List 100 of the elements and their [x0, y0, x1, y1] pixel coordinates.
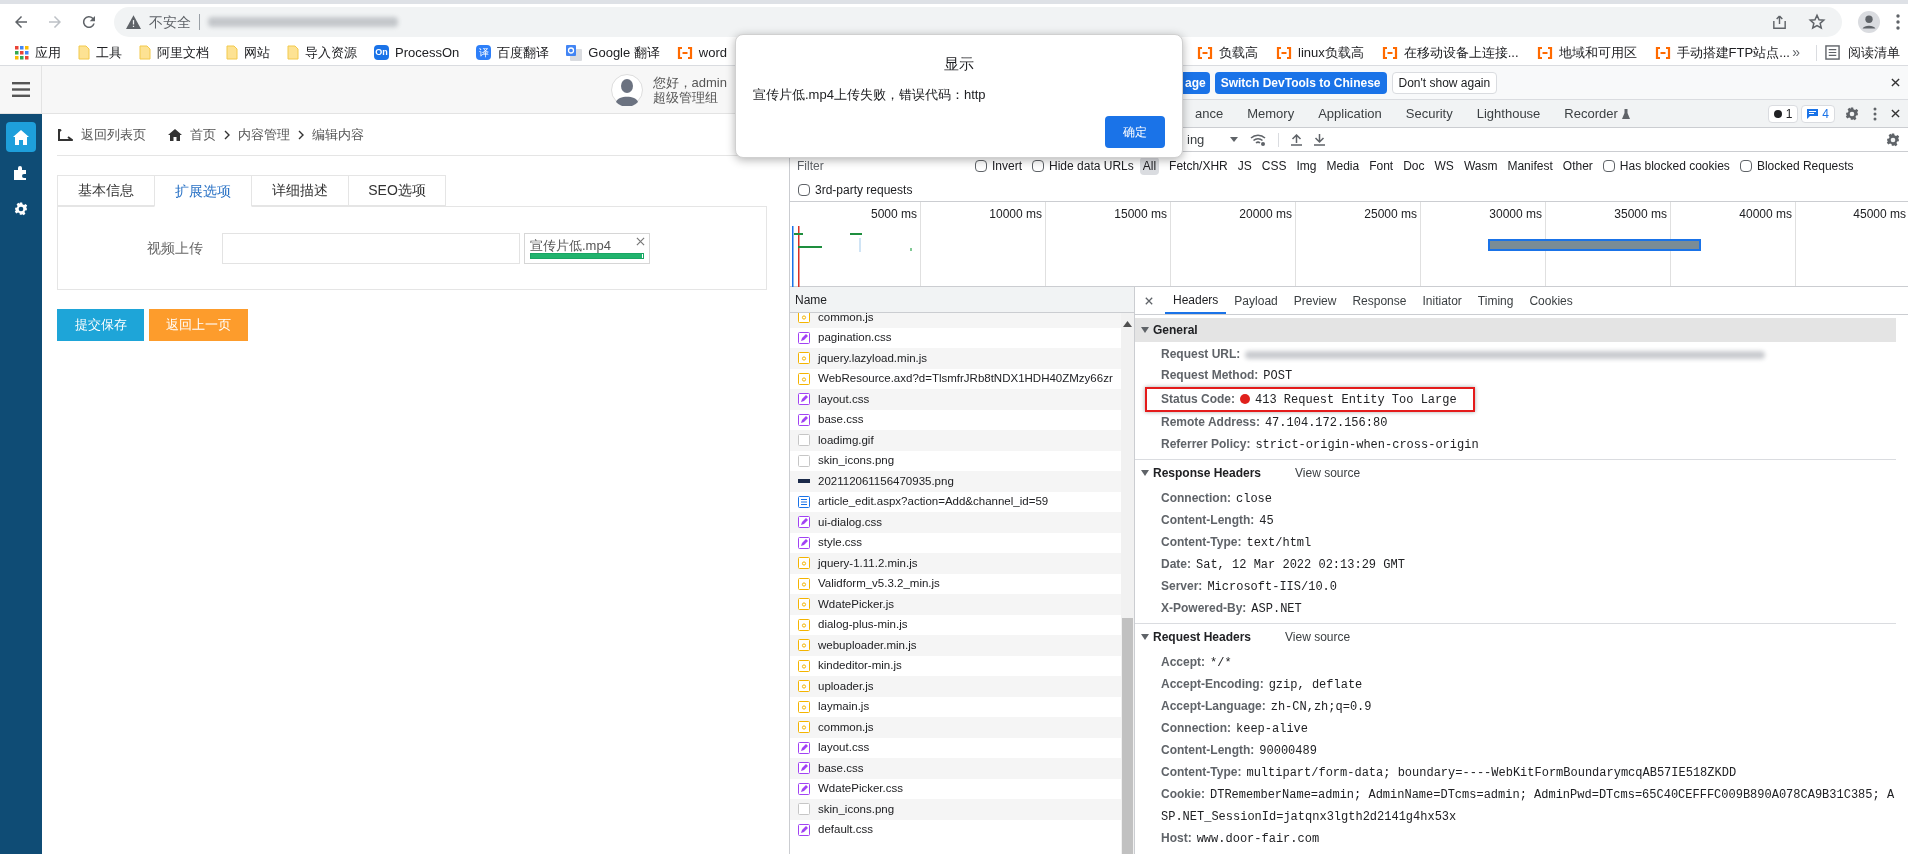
- bookmark-link[interactable]: ProcessOn: [395, 42, 460, 63]
- banner-button[interactable]: Don't show again: [1391, 71, 1498, 94]
- detail-tab[interactable]: Response: [1344, 287, 1415, 314]
- type-filter-button[interactable]: Font: [1369, 156, 1394, 175]
- throttling-dropdown[interactable]: ing: [1187, 129, 1239, 150]
- detail-tab[interactable]: Cookies: [1521, 287, 1581, 314]
- request-row[interactable]: 202112061156470935.png: [790, 471, 1121, 492]
- form-tab[interactable]: 扩展选项: [154, 175, 252, 207]
- disclosure-triangle-icon[interactable]: [1141, 634, 1149, 640]
- type-filter-button[interactable]: Doc: [1403, 156, 1425, 175]
- type-filter-button[interactable]: JS: [1237, 156, 1252, 175]
- bookmark-link[interactable]: word: [698, 42, 728, 63]
- disclosure-triangle-icon[interactable]: [1141, 327, 1149, 333]
- bookmark-link[interactable]: 阿里文档: [157, 42, 209, 63]
- profile-icon[interactable]: [1858, 11, 1880, 33]
- filter-checkbox[interactable]: 3rd-party requests: [798, 181, 913, 199]
- bookmark-link[interactable]: linux负载高: [1298, 42, 1364, 63]
- bookmark-link[interactable]: 应用: [35, 42, 61, 63]
- more-icon[interactable]: [1873, 106, 1877, 121]
- request-row[interactable]: common.js: [790, 717, 1121, 738]
- upload-input-field[interactable]: [222, 232, 520, 264]
- request-row[interactable]: loadimg.gif: [790, 430, 1121, 451]
- request-row[interactable]: common.js: [790, 313, 1121, 328]
- request-row[interactable]: skin_icons.png: [790, 799, 1121, 820]
- detail-tab[interactable]: Initiator: [1414, 287, 1470, 314]
- bookmark-link[interactable]: 百度翻译: [497, 42, 550, 63]
- request-row[interactable]: layout.css: [790, 389, 1121, 410]
- breadcrumb-link[interactable]: 内容管理: [238, 124, 290, 145]
- menu-icon[interactable]: [1896, 14, 1900, 30]
- error-count-badge[interactable]: 1: [1767, 104, 1799, 123]
- section-header[interactable]: General: [1135, 318, 1896, 342]
- reload-icon[interactable]: [80, 13, 98, 31]
- column-header[interactable]: Name: [795, 290, 827, 309]
- back-link[interactable]: 返回列表页: [81, 124, 146, 145]
- breadcrumb-link[interactable]: 首页: [190, 124, 216, 145]
- type-filter-button[interactable]: Fetch/XHR: [1169, 156, 1228, 175]
- reading-list-icon[interactable]: [1825, 45, 1840, 60]
- filter-checkbox[interactable]: Blocked Requests: [1739, 156, 1854, 175]
- view-source-link[interactable]: View source: [1295, 464, 1361, 482]
- bookmark-link[interactable]: 在移动设备上连接...: [1403, 42, 1519, 63]
- type-filter-button[interactable]: Img: [1296, 156, 1317, 175]
- ok-button[interactable]: 确定: [1105, 116, 1165, 148]
- request-row[interactable]: ui-dialog.css: [790, 512, 1121, 533]
- type-filter-button[interactable]: Manifest: [1507, 156, 1553, 175]
- type-filter-button[interactable]: Wasm: [1463, 156, 1498, 175]
- star-icon[interactable]: [1808, 13, 1826, 31]
- banner-button[interactable]: Switch DevTools to Chinese: [1214, 71, 1387, 94]
- devtools-tab[interactable]: Recorder: [1552, 100, 1642, 127]
- detail-tab[interactable]: Timing: [1469, 287, 1522, 314]
- request-row[interactable]: jquery-1.11.2.min.js: [790, 553, 1121, 574]
- scrollbar-thumb[interactable]: [1122, 618, 1133, 854]
- filter-checkbox[interactable]: Hide data URLs: [1032, 156, 1134, 175]
- devtools-tab[interactable]: Lighthouse: [1464, 100, 1553, 127]
- type-filter-button[interactable]: Media: [1326, 156, 1360, 175]
- bookmark-link[interactable]: 网站: [244, 42, 270, 63]
- banner-button[interactable]: age: [1183, 71, 1210, 94]
- more-bookmarks-button[interactable]: »: [1792, 42, 1800, 63]
- filter-checkbox[interactable]: Has blocked cookies: [1602, 156, 1730, 175]
- bookmark-link[interactable]: 负载高: [1219, 42, 1258, 63]
- address-bar[interactable]: 不安全: [114, 7, 1842, 37]
- devtools-tab[interactable]: ance: [1183, 100, 1236, 127]
- bookmark-link[interactable]: Google 翻译: [588, 42, 660, 63]
- share-icon[interactable]: [1771, 13, 1788, 31]
- download-icon[interactable]: [1314, 133, 1326, 146]
- upload-icon[interactable]: [1291, 133, 1303, 146]
- section-header[interactable]: Response Headers View source: [1135, 459, 1896, 486]
- reading-list-link[interactable]: 阅读清单: [1848, 42, 1900, 63]
- request-row[interactable]: base.css: [790, 758, 1121, 779]
- request-row[interactable]: uploader.js: [790, 676, 1121, 697]
- form-tab[interactable]: SEO选项: [348, 175, 446, 206]
- bookmark-link[interactable]: 导入资源: [305, 42, 357, 63]
- close-icon[interactable]: [1145, 297, 1153, 305]
- close-icon[interactable]: [1891, 109, 1900, 118]
- type-filter-button[interactable]: CSS: [1261, 156, 1287, 175]
- type-filter-button[interactable]: Other: [1562, 156, 1593, 175]
- bookmark-link[interactable]: 手动搭建FTP站点...: [1676, 42, 1790, 63]
- request-row[interactable]: WdatePicker.js: [790, 594, 1121, 615]
- detail-tab[interactable]: Payload: [1226, 287, 1286, 314]
- detail-tab[interactable]: Preview: [1285, 287, 1345, 314]
- devtools-tab[interactable]: Application: [1306, 100, 1394, 127]
- form-tab[interactable]: 详细描述: [251, 175, 349, 206]
- request-row[interactable]: webuploader.min.js: [790, 635, 1121, 656]
- network-conditions-icon[interactable]: [1250, 133, 1267, 146]
- filter-checkbox[interactable]: Invert: [975, 156, 1022, 175]
- devtools-tab[interactable]: Memory: [1235, 100, 1307, 127]
- request-row[interactable]: jquery.lazyload.min.js: [790, 348, 1121, 369]
- form-tab[interactable]: 基本信息: [57, 175, 155, 206]
- type-filter-button[interactable]: WS: [1434, 156, 1454, 175]
- close-icon[interactable]: [1891, 78, 1900, 87]
- disclosure-triangle-icon[interactable]: [1141, 470, 1149, 476]
- bookmark-link[interactable]: 工具: [96, 42, 122, 63]
- scroll-up-icon[interactable]: [1123, 321, 1132, 327]
- detail-tab[interactable]: Headers: [1165, 287, 1227, 314]
- message-count-badge[interactable]: 4: [1801, 104, 1835, 123]
- view-source-link[interactable]: View source: [1285, 628, 1351, 646]
- devtools-tab[interactable]: Security: [1393, 100, 1465, 127]
- section-header[interactable]: Request Headers View source: [1135, 623, 1896, 650]
- settings-icon[interactable]: [1845, 106, 1859, 121]
- bookmark-link[interactable]: 地域和可用区: [1558, 42, 1637, 63]
- scrollbar[interactable]: [1121, 313, 1134, 854]
